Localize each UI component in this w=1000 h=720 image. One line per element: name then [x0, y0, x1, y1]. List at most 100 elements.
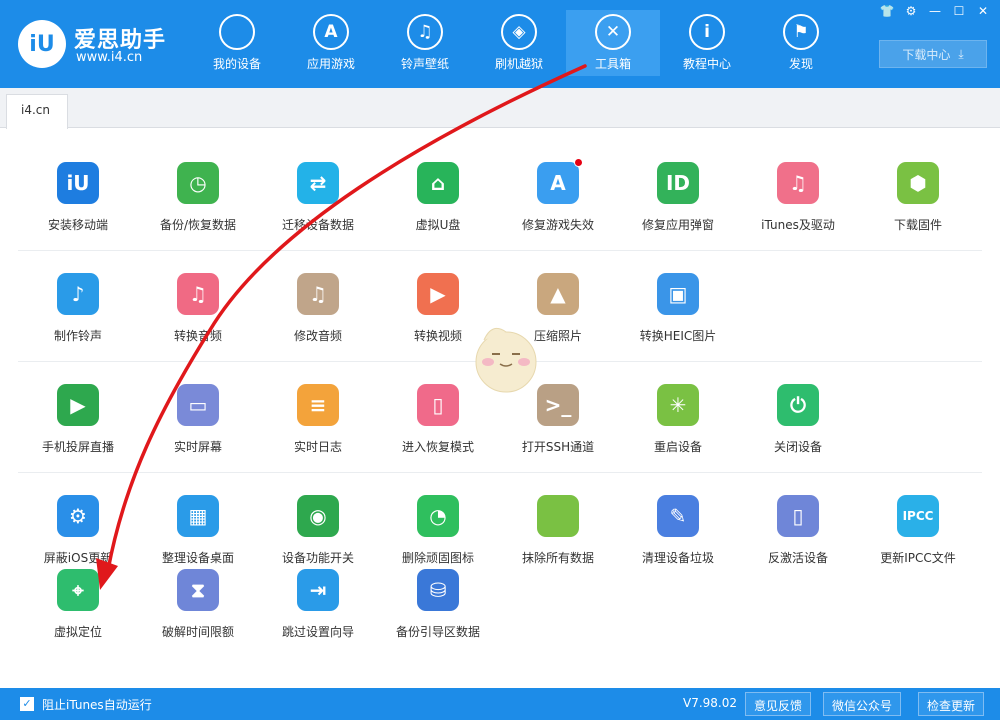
- bell-icon: ♪: [57, 273, 99, 315]
- nav-label: 应用游戏: [306, 57, 355, 71]
- ssh-terminal-icon: >_: [537, 384, 579, 426]
- close-button[interactable]: ✕: [972, 2, 994, 20]
- tool-item[interactable]: ▣ 转换HEIC图片: [618, 273, 738, 344]
- tool-label: 迁移设备数据: [281, 218, 354, 232]
- nav-item-7[interactable]: ⚑ 发现: [754, 10, 848, 76]
- tool-item[interactable]: ⌂ 虚拟U盘: [378, 162, 498, 233]
- tool-label: 进入恢复模式: [401, 440, 474, 454]
- block-itunes-checkbox[interactable]: ✓: [20, 697, 34, 711]
- tool-label: 虚拟定位: [53, 625, 102, 639]
- tool-item[interactable]: ▯ 反激活设备: [738, 495, 858, 566]
- tool-item[interactable]: IPCC 更新IPCC文件: [858, 495, 978, 566]
- tool-item[interactable]: ♪ 制作铃声: [18, 273, 138, 344]
- tool-item[interactable]: ▭ 实时屏幕: [138, 384, 258, 455]
- nav-item-3[interactable]: ♫ 铃声壁纸: [378, 10, 472, 76]
- apple-icon: [219, 14, 255, 50]
- dropbox-icon: ◈: [501, 14, 537, 50]
- tool-item[interactable]: ♫ 修改音频: [258, 273, 378, 344]
- version-text: V7.98.02: [683, 696, 738, 710]
- tool-label: 实时屏幕: [173, 440, 222, 454]
- tools-row: ⚙ 屏蔽iOS更新 ▦ 整理设备桌面 ◉ 设备功能开关 ◔ 删除顽固图标 抹除所有数据 ✎ 清理设备…: [18, 473, 982, 566]
- tool-item[interactable]: ⚙ 屏蔽iOS更新: [18, 495, 138, 566]
- block-itunes-label: 阻止iTunes自动运行: [42, 698, 152, 712]
- icon-glyph: ⌖: [72, 578, 84, 602]
- tools-row: iU 安装移动端 ◷ 备份/恢复数据 ⇄ 迁移设备数据 ⌂ 虚拟U盘 A 修复游戏失效 ID 修复应用…: [18, 140, 982, 251]
- tool-label: 破解时间限额: [161, 625, 234, 639]
- tool-item[interactable]: ◉ 设备功能开关: [258, 495, 378, 566]
- block-update-gear-icon: ⚙: [57, 495, 99, 537]
- wechat-button[interactable]: 微信公众号: [823, 692, 902, 716]
- icon-glyph: >_: [544, 393, 572, 417]
- tool-item[interactable]: ⏻ 关闭设备: [738, 384, 858, 455]
- nav-item-6[interactable]: i 教程中心: [660, 10, 754, 76]
- icon-glyph: ⛁: [429, 578, 447, 602]
- flag-icon: ⚑: [783, 14, 819, 50]
- icon-glyph: ▦: [188, 504, 208, 528]
- nav-label: 我的设备: [212, 57, 261, 71]
- icon-glyph: ◉: [309, 504, 327, 528]
- tool-item[interactable]: ♫ 转换音频: [138, 273, 258, 344]
- tool-item[interactable]: ♫ iTunes及驱动: [738, 162, 858, 233]
- itunes-icon: ♫: [777, 162, 819, 204]
- tool-item[interactable]: iU 安装移动端: [18, 162, 138, 233]
- tool-label: 打开SSH通道: [521, 440, 595, 454]
- i4-app-icon: iU: [57, 162, 99, 204]
- nav-item-5[interactable]: ✕ 工具箱: [566, 10, 660, 76]
- tool-item[interactable]: ID 修复应用弹窗: [618, 162, 738, 233]
- photo-icon: ▲: [537, 273, 579, 315]
- app-header: iU 爱思助手 www.i4.cn 我的设备 A 应用游戏 ♫ 铃声壁纸 ◈ 刷机越狱 ✕ 工具…: [0, 0, 1000, 88]
- tool-item[interactable]: ▦ 整理设备桌面: [138, 495, 258, 566]
- tool-item[interactable]: ≡ 实时日志: [258, 384, 378, 455]
- tool-label: 重启设备: [653, 440, 702, 454]
- nav-item-1[interactable]: 我的设备: [190, 10, 284, 76]
- firmware-box-icon: ⬢: [897, 162, 939, 204]
- icon-glyph: ◔: [429, 504, 447, 528]
- tool-label: 修复游戏失效: [521, 218, 594, 232]
- tool-item[interactable]: ✳ 重启设备: [618, 384, 738, 455]
- power-icon: ⏻: [777, 384, 819, 426]
- download-center-button[interactable]: 下载中心 ⤓: [879, 40, 987, 68]
- ipcc-icon: IPCC: [897, 495, 939, 537]
- skin-icon[interactable]: 👕: [876, 2, 898, 20]
- tab-i4cn[interactable]: i4.cn: [6, 94, 68, 129]
- tool-item[interactable]: ⇄ 迁移设备数据: [258, 162, 378, 233]
- tool-item[interactable]: A 修复游戏失效: [498, 158, 618, 233]
- monitor-icon: ▭: [177, 384, 219, 426]
- location-pin-icon: ⌖: [57, 569, 99, 611]
- icon-glyph: ▶: [430, 282, 446, 306]
- nav-item-4[interactable]: ◈ 刷机越狱: [472, 10, 566, 76]
- tool-item[interactable]: ⇥ 跳过设置向导: [258, 569, 378, 640]
- icon-glyph: ▯: [432, 393, 444, 417]
- notification-dot: [574, 158, 583, 167]
- check-update-button[interactable]: 检查更新: [918, 692, 985, 716]
- icon-glyph: IPCC: [902, 509, 934, 523]
- nav-label: 发现: [788, 57, 813, 71]
- tool-item[interactable]: ✎ 清理设备垃圾: [618, 495, 738, 566]
- tool-label: iTunes及驱动: [761, 218, 835, 232]
- tool-item[interactable]: ⛁ 备份引导区数据: [378, 569, 498, 640]
- settings-gear-icon[interactable]: ⚙: [900, 2, 922, 20]
- tool-item[interactable]: ◷ 备份/恢复数据: [138, 162, 258, 233]
- icon-glyph: ▭: [188, 393, 208, 417]
- tool-item[interactable]: ⬢ 下载固件: [858, 162, 978, 233]
- maximize-button[interactable]: ☐: [948, 2, 970, 20]
- recovery-mode-icon: ▯: [417, 384, 459, 426]
- broom-icon: ✎: [657, 495, 699, 537]
- icon-glyph: ⬢: [909, 171, 927, 195]
- tool-item[interactable]: ▶ 手机投屏直播: [18, 384, 138, 455]
- icon-glyph: ♪: [71, 282, 85, 306]
- tool-label: 制作铃声: [53, 329, 102, 343]
- icon-glyph: ▶: [70, 393, 86, 417]
- tool-item[interactable]: ⧗ 破解时间限额: [138, 569, 258, 640]
- tool-item[interactable]: 抹除所有数据: [498, 495, 618, 566]
- minimize-button[interactable]: —: [924, 2, 946, 20]
- tool-label: 手机投屏直播: [41, 440, 114, 454]
- tool-label: 转换HEIC图片: [639, 329, 717, 343]
- tool-item[interactable]: ⌖ 虚拟定位: [18, 569, 138, 640]
- icon-glyph: ID: [665, 171, 691, 195]
- nav-label: 铃声壁纸: [400, 57, 449, 71]
- feedback-button[interactable]: 意见反馈: [745, 692, 812, 716]
- nav-item-2[interactable]: A 应用游戏: [284, 10, 378, 76]
- tool-item[interactable]: ◔ 删除顽固图标: [378, 495, 498, 566]
- hourglass-icon: ⧗: [177, 569, 219, 611]
